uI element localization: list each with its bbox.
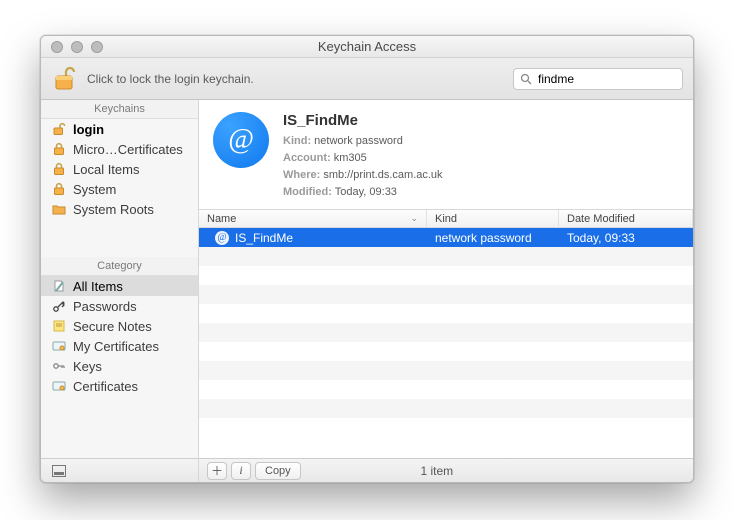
keychain-item-0[interactable]: login <box>41 119 198 139</box>
where-label: Where: <box>283 167 320 184</box>
at-sign-icon: @ <box>213 112 269 168</box>
add-button[interactable]: ＋ <box>207 462 227 480</box>
account-label: Account: <box>283 150 331 167</box>
keychains-list: login Micro…Certificates Local Items System… <box>41 119 198 219</box>
search-input[interactable] <box>538 72 693 86</box>
detail-title: IS_FindMe <box>283 112 443 129</box>
minimize-window-button[interactable] <box>71 41 83 53</box>
kind-label: Kind: <box>283 133 311 150</box>
sidebar-item-label: All Items <box>73 279 123 294</box>
toolbar: Click to lock the login keychain. ✕ <box>41 58 693 100</box>
lock-icon <box>51 141 67 157</box>
all-items-icon <box>51 278 67 294</box>
folder-icon <box>51 201 67 217</box>
table-row[interactable]: @ IS_FindMe network password Today, 09:33 <box>199 228 693 247</box>
zoom-window-button[interactable] <box>91 41 103 53</box>
sidebar-item-label: My Certificates <box>73 339 159 354</box>
sidebar-item-label: System Roots <box>73 202 154 217</box>
sort-indicator-icon: ⌄ <box>410 213 418 224</box>
passwords-icon <box>51 298 67 314</box>
table-row <box>199 361 693 380</box>
keychain-item-1[interactable]: Micro…Certificates <box>41 139 198 159</box>
lock-icon <box>51 181 67 197</box>
keychains-header: Keychains <box>41 100 198 119</box>
category-item-1[interactable]: Passwords <box>41 296 198 316</box>
lock-message: Click to lock the login keychain. <box>87 72 505 86</box>
modified-label: Modified: <box>283 184 332 201</box>
view-toggle-icon[interactable] <box>51 463 67 479</box>
lock-open-icon <box>51 121 67 137</box>
table-row <box>199 247 693 266</box>
account-value: km305 <box>334 152 367 164</box>
secure-notes-icon <box>51 318 67 334</box>
table-row <box>199 342 693 361</box>
info-button[interactable]: i <box>231 462 251 480</box>
at-sign-icon: @ <box>215 231 229 245</box>
column-headers: Name⌄ Kind Date Modified <box>199 209 693 228</box>
search-icon <box>518 71 534 87</box>
category-item-4[interactable]: Keys <box>41 356 198 376</box>
close-window-button[interactable] <box>51 41 63 53</box>
kind-value: network password <box>314 135 403 147</box>
sidebar-item-label: Keys <box>73 359 102 374</box>
sidebar-item-label: Passwords <box>73 299 137 314</box>
keychain-item-2[interactable]: Local Items <box>41 159 198 179</box>
search-field[interactable]: ✕ <box>513 68 683 90</box>
main-panel: @ IS_FindMe Kind: network password Accou… <box>199 100 693 458</box>
column-kind[interactable]: Kind <box>427 210 559 227</box>
footer: ＋ i Copy 1 item <box>41 458 693 482</box>
category-item-3[interactable]: My Certificates <box>41 336 198 356</box>
sidebar: Keychains login Micro…Certificates Local I… <box>41 100 199 458</box>
sidebar-item-label: Certificates <box>73 379 138 394</box>
sidebar-item-label: System <box>73 182 116 197</box>
table-row <box>199 266 693 285</box>
sidebar-item-label: Micro…Certificates <box>73 142 183 157</box>
category-list: All Items Passwords Secure Notes My Certifi… <box>41 276 198 458</box>
category-item-5[interactable]: Certificates <box>41 376 198 396</box>
item-count: 1 item <box>301 464 693 478</box>
my-certificates-icon <box>51 338 67 354</box>
category-item-0[interactable]: All Items <box>41 276 198 296</box>
titlebar: Keychain Access <box>41 36 693 58</box>
window-title: Keychain Access <box>41 39 693 54</box>
keychain-item-3[interactable]: System <box>41 179 198 199</box>
category-header: Category <box>41 257 198 276</box>
table-row <box>199 304 693 323</box>
column-date[interactable]: Date Modified <box>559 210 693 227</box>
item-detail: @ IS_FindMe Kind: network password Accou… <box>199 100 693 209</box>
window-controls <box>41 41 103 53</box>
table-row <box>199 399 693 418</box>
certificates-icon <box>51 378 67 394</box>
table-row <box>199 323 693 342</box>
table-row <box>199 285 693 304</box>
sidebar-item-label: login <box>73 122 104 137</box>
keys-icon <box>51 358 67 374</box>
row-kind: network password <box>435 231 532 245</box>
column-name[interactable]: Name⌄ <box>199 210 427 227</box>
modified-value: Today, 09:33 <box>335 186 397 198</box>
sidebar-item-label: Local Items <box>73 162 139 177</box>
item-list[interactable]: @ IS_FindMe network password Today, 09:33 <box>199 228 693 458</box>
row-date: Today, 09:33 <box>567 231 635 245</box>
lock-icon <box>51 161 67 177</box>
table-row <box>199 380 693 399</box>
category-item-2[interactable]: Secure Notes <box>41 316 198 336</box>
keychain-item-4[interactable]: System Roots <box>41 199 198 219</box>
lock-keychain-icon[interactable] <box>51 63 79 95</box>
row-name: IS_FindMe <box>235 231 293 245</box>
sidebar-item-label: Secure Notes <box>73 319 152 334</box>
copy-button[interactable]: Copy <box>255 462 301 480</box>
keychain-access-window: Keychain Access Click to lock the login … <box>40 35 694 483</box>
where-value: smb://print.ds.cam.ac.uk <box>323 169 442 181</box>
